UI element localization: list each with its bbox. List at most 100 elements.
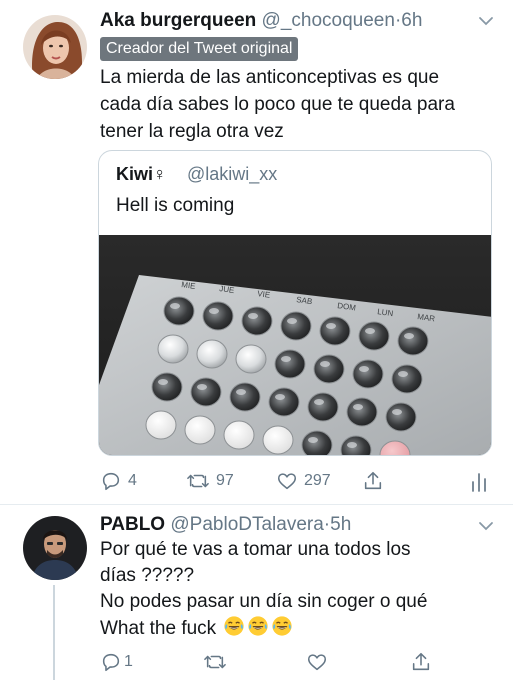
cell-highlight	[236, 389, 246, 395]
user-handle[interactable]: @PabloDTalavera	[170, 514, 323, 535]
empty-blister-cell	[274, 349, 306, 379]
retweet-count: 97	[216, 472, 234, 489]
laughing-tears-emoji	[224, 616, 245, 636]
retweet-icon	[204, 655, 226, 669]
cell-highlight	[365, 328, 375, 334]
like-icon	[307, 654, 327, 671]
like-count: 297	[304, 472, 331, 489]
white-pill	[184, 415, 216, 445]
cell-highlight	[320, 361, 330, 367]
cell-highlight	[287, 318, 297, 324]
quoted-handle: @lakiwi_xx	[187, 164, 278, 184]
user-handle[interactable]: @_chocoqueen	[262, 10, 395, 31]
tweet-text-line: What the fuck	[100, 618, 217, 639]
empty-blister-cell	[307, 392, 339, 422]
tweet-reply[interactable]: PABLO @PabloDTalavera·5h Por qué te vas …	[0, 505, 513, 680]
cell-highlight	[353, 404, 363, 410]
quoted-display-name: Kiwi♀	[116, 164, 167, 185]
tweet-text-line: tener la regla otra vez	[100, 121, 284, 142]
empty-blister-cell	[202, 301, 234, 331]
tweet-text-line: cada día sabes lo poco que te queda para	[100, 94, 455, 115]
empty-blister-cell	[301, 430, 333, 455]
cell-highlight	[170, 303, 180, 309]
retweet-button[interactable]	[203, 651, 227, 673]
white-pill	[145, 410, 177, 440]
clear-blister-cell	[196, 339, 228, 369]
tweet-text-line: Por qué te vas a tomar una todos los	[100, 539, 411, 560]
avatar[interactable]	[23, 516, 87, 580]
empty-blister-cell	[151, 372, 183, 402]
tweet-text-line-emoji: What the fuck	[100, 615, 427, 642]
empty-blister-cell	[229, 382, 261, 412]
cell-highlight	[314, 399, 324, 405]
timestamp[interactable]: 5h	[330, 514, 351, 535]
tweet-original[interactable]: Aka burgerqueen @_chocoqueen·6h Creador …	[0, 0, 513, 505]
analytics-button[interactable]	[470, 470, 488, 492]
cell-highlight	[359, 366, 369, 372]
clear-blister-cell	[157, 334, 189, 364]
quoted-name-text: Kiwi	[116, 164, 154, 184]
tweet-actions: 1	[0, 651, 513, 677]
timestamp[interactable]: 6h	[401, 10, 422, 31]
reply-count: 1	[124, 653, 133, 670]
cell-highlight	[398, 371, 408, 377]
cell-highlight	[275, 394, 285, 400]
reply-icon	[102, 653, 120, 672]
day-label: VIE	[257, 289, 271, 300]
white-pill	[262, 425, 294, 455]
empty-blister-cell	[313, 354, 345, 384]
tweet-actions: 4 97 297	[0, 470, 513, 496]
empty-blister-cell	[397, 326, 429, 356]
tweet-header: Aka burgerqueen @_chocoqueen·6h	[100, 10, 422, 32]
tweet-text-line: días ?????	[100, 565, 195, 586]
white-pill	[223, 420, 255, 450]
tweet-header: PABLO @PabloDTalavera·5h	[100, 514, 351, 536]
cell-highlight	[248, 313, 258, 319]
quoted-photo[interactable]: MIE JUE VIE SAB DOM LUN MAR	[99, 235, 491, 455]
quoted-tweet[interactable]: Kiwi♀ @lakiwi_xx Hell is coming MIE JUE …	[98, 150, 492, 456]
share-button[interactable]	[410, 651, 432, 673]
reply-button[interactable]: 4	[100, 470, 137, 492]
tweet-text-line: La mierda de las anticonceptivas es que	[100, 67, 440, 88]
display-name[interactable]: Aka burgerqueen	[100, 10, 256, 31]
cell-highlight	[392, 409, 402, 415]
cell-highlight	[281, 356, 291, 362]
cell-highlight	[197, 384, 207, 390]
analytics-icon	[472, 473, 486, 492]
cell-highlight	[404, 333, 414, 339]
empty-blister-cell	[280, 311, 312, 341]
retweet-button[interactable]: 97	[186, 470, 234, 492]
empty-blister-cell	[391, 364, 423, 394]
reply-count: 4	[128, 472, 137, 489]
share-icon	[364, 471, 382, 490]
cell-highlight	[326, 323, 336, 329]
reply-button[interactable]: 1	[100, 651, 133, 673]
empty-blister-cell	[385, 402, 417, 432]
original-author-badge: Creador del Tweet original	[100, 37, 299, 61]
clear-blister-cell	[235, 344, 267, 374]
retweet-icon	[187, 474, 209, 488]
laughing-tears-emoji	[272, 616, 293, 636]
share-icon	[412, 652, 430, 671]
female-symbol-icon: ♀	[153, 164, 167, 184]
display-name[interactable]: PABLO	[100, 514, 165, 535]
empty-blister-cell	[346, 397, 378, 427]
tweet-text: Por qué te vas a tomar una todos los día…	[100, 537, 427, 642]
empty-blister-cell	[190, 377, 222, 407]
empty-blister-cell	[319, 316, 351, 346]
reply-icon	[102, 472, 120, 491]
like-icon	[277, 473, 297, 490]
empty-blister-cell	[352, 359, 384, 389]
avatar[interactable]	[23, 15, 87, 79]
cell-highlight	[347, 442, 357, 448]
like-button[interactable]: 297	[276, 470, 331, 492]
empty-blister-cell	[241, 306, 273, 336]
empty-blister-cell	[163, 296, 195, 326]
chevron-down-icon[interactable]	[478, 14, 494, 32]
emoji-row	[221, 616, 293, 639]
chevron-down-icon[interactable]	[478, 519, 494, 537]
share-button[interactable]	[362, 470, 384, 492]
like-button[interactable]	[306, 651, 328, 673]
quoted-text: Hell is coming	[116, 195, 235, 216]
tweet-text: La mierda de las anticonceptivas es que …	[100, 64, 455, 145]
